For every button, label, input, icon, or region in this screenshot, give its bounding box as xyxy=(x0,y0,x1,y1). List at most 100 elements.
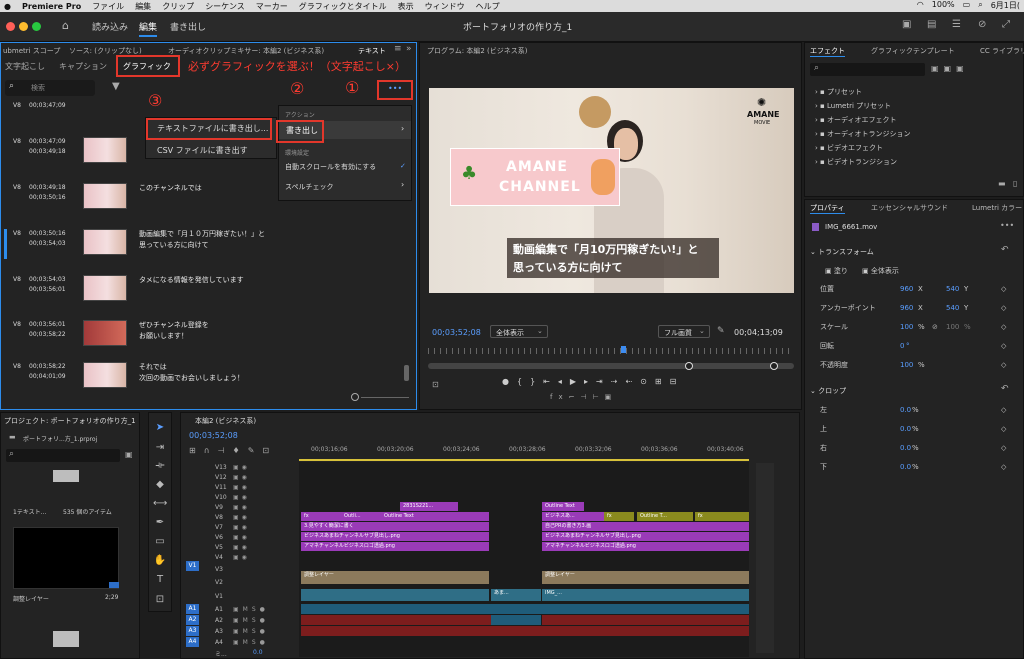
caption-line2[interactable]: 思っている方に向けて xyxy=(513,259,622,275)
search-box[interactable]: ⌕ 検索 xyxy=(5,80,95,96)
track-v2[interactable]: V2 xyxy=(215,576,227,590)
tab-lumetri-color[interactable]: Lumetri カラー xyxy=(972,203,1022,213)
track-a3[interactable]: A3 xyxy=(215,626,223,637)
menu-file[interactable]: ファイル xyxy=(92,1,124,12)
crop-section[interactable]: ⌄ クロップ xyxy=(810,386,846,396)
prop-value[interactable]: 0.0 xyxy=(900,439,911,458)
caption-text[interactable]: ぜひチャンネル登録を xyxy=(139,320,209,331)
track-select-tool-icon[interactable]: ⇥ xyxy=(153,441,167,455)
menu-edit[interactable]: 編集 xyxy=(135,1,151,12)
minimize-window-button[interactable] xyxy=(19,22,28,31)
sequence-tab[interactable]: 本編2 (ビジネス系) xyxy=(195,416,256,426)
source-v1-patch[interactable]: V1 xyxy=(186,561,199,571)
menu-window[interactable]: ウィンドウ xyxy=(425,1,465,12)
zoom-slider-handle[interactable] xyxy=(351,393,359,401)
effects-item-presets[interactable]: › ▪ プリセット xyxy=(815,85,911,99)
source-a2-patch[interactable]: A2 xyxy=(186,615,199,625)
prop-value-y[interactable]: 540 xyxy=(946,299,959,318)
close-window-button[interactable] xyxy=(6,22,15,31)
fullscreen-icon[interactable]: ⤢ xyxy=(1002,19,1010,30)
clip-v7-b[interactable]: 自己PRの書き方3.画 xyxy=(542,522,749,531)
scroll-handle-right[interactable] xyxy=(770,362,778,370)
tab-effects[interactable]: エフェクト xyxy=(810,46,845,57)
pen-tool-icon[interactable]: ✒ xyxy=(153,516,167,530)
clip-v1-a[interactable]: あま... xyxy=(491,589,541,601)
zoom-dropdown[interactable]: 全体表示 ⌄ xyxy=(490,325,548,338)
clip-v1-b[interactable]: IMG_... xyxy=(542,589,749,601)
transport-secondary[interactable]: fx⌐⊣⊢▣ xyxy=(550,393,617,401)
caption-text-line2[interactable]: 思っている方に向けて xyxy=(139,240,209,251)
panel-menu-icon[interactable]: ≡ xyxy=(394,44,402,54)
effects-item-video-transitions[interactable]: › ▪ ビデオトランジション xyxy=(815,155,911,169)
clock[interactable]: 6月1日( xyxy=(991,0,1020,11)
effects-item-audio-effects[interactable]: › ▪ オーディオエフェクト xyxy=(815,113,911,127)
audio-track-controls[interactable]: ▣MS● ▣MS● ▣MS● ▣MS● xyxy=(233,604,269,648)
work-area-bar[interactable] xyxy=(299,459,749,461)
filter-icon[interactable]: ▼ xyxy=(112,81,120,92)
keyframe-icon[interactable]: ◇ xyxy=(1001,401,1006,420)
keyframe-icon[interactable]: ◇ xyxy=(1001,458,1006,477)
spellcheck-item[interactable]: スペルチェック xyxy=(285,182,334,192)
hand-tool-icon[interactable]: ✋ xyxy=(153,554,167,568)
wrench-icon[interactable]: ✎ xyxy=(717,326,725,336)
tab-properties[interactable]: プロパティ xyxy=(810,203,845,214)
menu-clip[interactable]: クリップ xyxy=(162,1,194,12)
prop-value[interactable]: 100 xyxy=(900,318,913,337)
tab-text[interactable]: テキスト xyxy=(358,46,386,56)
apple-icon[interactable]: ● xyxy=(4,2,11,11)
more-icon[interactable]: ••• xyxy=(1000,221,1014,230)
track-v7[interactable]: V7 xyxy=(215,523,227,533)
menu-app[interactable]: Premiere Pro xyxy=(22,2,81,11)
clip-v6-a[interactable]: ビジネスあまねチャンネルサブ見出し.png xyxy=(301,532,489,541)
current-timecode[interactable]: 00;03;52;08 xyxy=(432,328,481,337)
effects-item-audio-transitions[interactable]: › ▪ オーディオトランジション xyxy=(815,127,911,141)
keyframe-icon[interactable]: ◇ xyxy=(1001,337,1006,356)
source-a3-patch[interactable]: A3 xyxy=(186,626,199,636)
effects-item-video-effects[interactable]: › ▪ ビデオエフェクト xyxy=(815,141,911,155)
tab-cc-libraries[interactable]: CC ライブラリ xyxy=(980,46,1024,56)
rectangle-tool-icon[interactable]: ▭ xyxy=(153,535,167,549)
settings-icon[interactable]: ⊡ xyxy=(432,380,439,389)
prop-value-x[interactable]: 960 xyxy=(900,299,913,318)
caption-text[interactable]: タメになる情報を発信しています xyxy=(139,275,244,286)
clip-v8-a[interactable]: Outli... xyxy=(341,512,381,521)
prop-value[interactable]: 0.0 xyxy=(900,458,911,477)
track-v13[interactable]: V13 xyxy=(215,463,227,473)
menu-list-icon[interactable]: ☰ xyxy=(952,19,961,30)
type-tool-icon[interactable]: T xyxy=(153,573,167,587)
track-v11[interactable]: V11 xyxy=(215,483,227,493)
track-v4[interactable]: V4 xyxy=(215,553,227,563)
playhead[interactable] xyxy=(621,346,626,353)
subtab-captions[interactable]: キャプション xyxy=(59,61,107,72)
clip-v1-main[interactable] xyxy=(301,589,489,601)
new-bin-icon[interactable]: ▣ xyxy=(125,450,133,459)
prop-value-x[interactable]: 960 xyxy=(900,280,913,299)
caption-text[interactable]: このチャンネルでは xyxy=(139,183,202,194)
program-tab[interactable]: プログラム: 本編2 (ビジネス系) xyxy=(427,46,528,56)
timeline-timecode[interactable]: 00;03;52;08 xyxy=(189,431,238,440)
tab-lumetri-scopes[interactable]: ubmetri スコープ xyxy=(3,46,60,56)
prop-value[interactable]: 0 xyxy=(900,337,904,356)
panel-icon[interactable]: ▤ xyxy=(927,19,936,30)
battery-level[interactable]: 100% xyxy=(932,0,955,11)
mix-value[interactable]: 0.0 xyxy=(253,649,263,656)
zoom-window-button[interactable] xyxy=(32,22,41,31)
list-scrollbar[interactable] xyxy=(404,365,409,381)
clip-v2-b[interactable]: 調整レイヤー xyxy=(542,571,749,584)
scroll-handle-left[interactable] xyxy=(685,362,693,370)
search-input[interactable]: 検索 xyxy=(31,83,45,93)
effect-filter-icons[interactable]: ▣▣▣ xyxy=(931,64,969,73)
timeline-vertical-scroll[interactable] xyxy=(756,463,774,653)
fit-toggle[interactable]: ▣ 全体表示 xyxy=(862,266,899,276)
menu-view[interactable]: 表示 xyxy=(398,1,414,12)
track-v5[interactable]: V5 xyxy=(215,543,227,553)
selection-tool-icon[interactable]: ➤ xyxy=(153,421,167,435)
clip-v8-c[interactable]: ビジネスあ... xyxy=(542,512,604,521)
video-frame[interactable]: ♣ AMANE CHANNEL ✺ AMANE MOVIE 動画編集で「月10万… xyxy=(429,88,794,293)
track-v1[interactable]: V1 xyxy=(215,590,227,604)
clip-v8-d[interactable]: Outline T... xyxy=(637,512,693,521)
clip-v8-olive2[interactable]: fx xyxy=(695,512,749,521)
adjustment-layer-thumbnail[interactable] xyxy=(13,527,119,589)
caption-row[interactable]: V8 00;03;54;03 00;03;56;01 タメになる情報を発信してい… xyxy=(1,273,416,317)
menu-help[interactable]: ヘルプ xyxy=(476,1,500,12)
